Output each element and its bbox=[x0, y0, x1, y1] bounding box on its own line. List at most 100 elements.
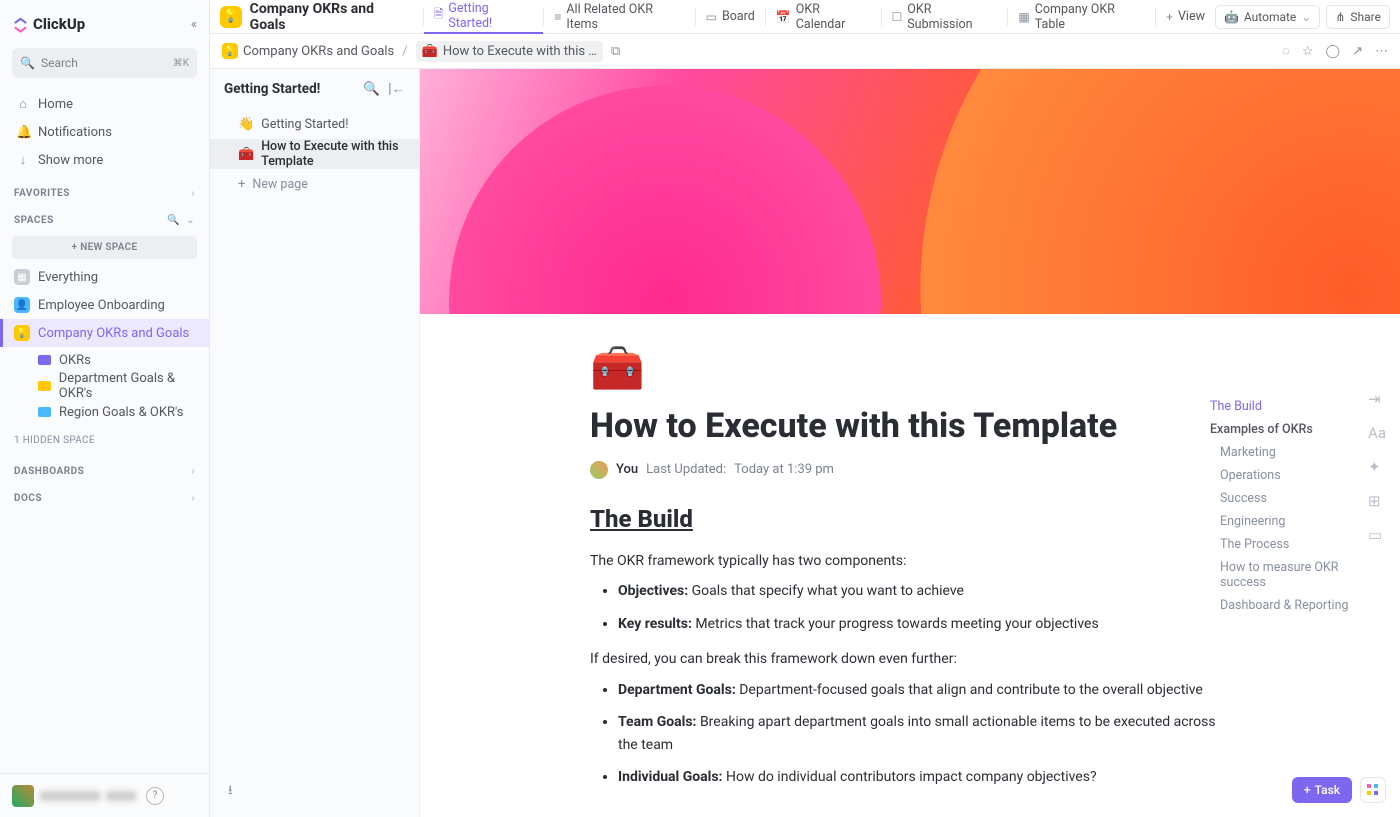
folder-icon bbox=[38, 381, 51, 391]
open-in-new-icon[interactable]: ⧉ bbox=[611, 44, 620, 59]
space-okrs-goals[interactable]: 💡Company OKRs and Goals bbox=[0, 319, 209, 347]
chevron-right-icon: › bbox=[191, 466, 195, 477]
template-icon[interactable]: ▭ bbox=[1368, 526, 1386, 544]
tab-board[interactable]: ▭Board bbox=[696, 0, 765, 34]
doc-icon[interactable]: 🧰 bbox=[590, 342, 1230, 394]
expand-icon[interactable]: ⇥ bbox=[1368, 390, 1386, 408]
paragraph-intro[interactable]: The OKR framework typically has two comp… bbox=[590, 551, 1230, 573]
space-everything[interactable]: ▦Everything bbox=[0, 263, 209, 291]
tab-calendar[interactable]: 📅OKR Calendar bbox=[766, 0, 881, 34]
list-breakdown[interactable]: Department Goals: Department-focused goa… bbox=[590, 679, 1230, 789]
chevron-right-icon: › bbox=[191, 188, 195, 199]
brand-name: ClickUp bbox=[33, 15, 85, 33]
list-item[interactable]: Objectives: Goals that specify what you … bbox=[618, 580, 1230, 602]
toc-measure[interactable]: How to measure OKR success bbox=[1210, 556, 1380, 594]
section-favorites[interactable]: Favorites› bbox=[0, 178, 209, 205]
tab-submission[interactable]: ☐OKR Submission bbox=[881, 0, 1007, 34]
section-spaces[interactable]: Spaces🔍⌄ bbox=[0, 205, 209, 232]
workspace-name[interactable]: Company OKRs and Goals bbox=[250, 1, 411, 33]
doc-title[interactable]: How to Execute with this Template bbox=[590, 406, 1230, 447]
sidebar: ClickUp « 🔍 Search ⌘K ⌂Home 🔔Notificatio… bbox=[0, 0, 210, 817]
share-button[interactable]: ⋔Share bbox=[1326, 5, 1390, 29]
toc-marketing[interactable]: Marketing bbox=[1210, 441, 1380, 464]
new-space-button[interactable]: + NEW SPACE bbox=[12, 236, 197, 259]
toc-dashboard[interactable]: Dashboard & Reporting bbox=[1210, 594, 1380, 617]
new-task-button[interactable]: +Task bbox=[1292, 777, 1352, 803]
plus-icon: + bbox=[1304, 783, 1311, 797]
author-avatar[interactable] bbox=[590, 461, 608, 479]
board-icon: ▭ bbox=[706, 10, 717, 24]
breadcrumb-bar: 💡Company OKRs and Goals / 🧰How to Execut… bbox=[210, 34, 1400, 69]
collapse-sidebar-icon[interactable]: « bbox=[191, 17, 197, 32]
grid-icon: ▦ bbox=[14, 269, 30, 285]
nav-notifications[interactable]: 🔔Notifications bbox=[0, 118, 209, 146]
list-item[interactable]: Individual Goals: How do individual cont… bbox=[618, 766, 1230, 788]
toc-examples[interactable]: Examples of OKRs bbox=[1210, 418, 1380, 441]
chevron-down-icon: ↓ bbox=[16, 152, 30, 168]
list-item[interactable]: Department Goals: Department-focused goa… bbox=[618, 679, 1230, 701]
calendar-icon: 📅 bbox=[776, 10, 791, 24]
attachment-icon[interactable]: ⊞ bbox=[1368, 492, 1386, 510]
comment-icon[interactable]: ◯ bbox=[1326, 44, 1341, 59]
apps-button[interactable] bbox=[1360, 777, 1386, 803]
automate-button[interactable]: 🤖Automate⌄ bbox=[1215, 5, 1320, 29]
search-placeholder: Search bbox=[41, 56, 78, 70]
list-icon: ≡ bbox=[554, 10, 561, 24]
tab-table[interactable]: ▦Company OKR Table bbox=[1008, 0, 1155, 34]
heading-the-build[interactable]: The Build bbox=[590, 505, 1230, 533]
onboarding-icon: 👤 bbox=[14, 297, 30, 313]
download-icon[interactable]: ⭳ bbox=[228, 781, 233, 803]
tab-getting-started[interactable]: 🗎Getting Started! bbox=[424, 0, 544, 34]
nav-show-more[interactable]: ↓Show more bbox=[0, 146, 209, 174]
nav-home[interactable]: ⌂Home bbox=[0, 90, 209, 118]
doc-icon: 🗎 bbox=[434, 5, 444, 26]
breadcrumb-current[interactable]: 🧰How to Execute with this … bbox=[416, 41, 603, 62]
table-of-contents: The Build Examples of OKRs Marketing Ope… bbox=[1210, 395, 1380, 617]
section-dashboards[interactable]: Dashboards› bbox=[0, 456, 209, 483]
updated-label: Last Updated: bbox=[646, 462, 726, 477]
sidebar-footer: ? bbox=[0, 773, 209, 817]
subspace-region[interactable]: Region Goals & OKR's bbox=[0, 399, 209, 425]
search-input[interactable]: 🔍 Search ⌘K bbox=[12, 48, 197, 78]
workspace-icon[interactable]: 💡 bbox=[220, 6, 242, 28]
toc-process[interactable]: The Process bbox=[1210, 533, 1380, 556]
search-icon: 🔍 bbox=[20, 56, 35, 70]
toc-success[interactable]: Success bbox=[1210, 487, 1380, 510]
page-getting-started[interactable]: 👋Getting Started! bbox=[210, 109, 419, 139]
breadcrumb-workspace[interactable]: 💡Company OKRs and Goals bbox=[222, 43, 394, 59]
toc-operations[interactable]: Operations bbox=[1210, 464, 1380, 487]
hidden-spaces-note[interactable]: 1 HIDDEN SPACE bbox=[0, 425, 209, 456]
list-item[interactable]: Team Goals: Breaking apart department go… bbox=[618, 711, 1230, 756]
right-toolbar: ⇥ Aa ✦ ⊞ ▭ bbox=[1368, 390, 1386, 544]
search-icon: 🔍 bbox=[167, 215, 180, 226]
user-detail bbox=[106, 791, 136, 801]
export-icon[interactable]: ↗ bbox=[1352, 44, 1363, 59]
new-page-button[interactable]: +New page bbox=[210, 169, 419, 199]
help-icon[interactable]: ? bbox=[146, 787, 164, 805]
more-icon[interactable]: ⋯ bbox=[1375, 44, 1388, 59]
list-item[interactable]: Key results: Metrics that track your pro… bbox=[618, 613, 1230, 635]
workspace-avatar[interactable] bbox=[12, 785, 34, 807]
collapse-icon[interactable]: |← bbox=[388, 81, 405, 97]
list-components[interactable]: Objectives: Goals that specify what you … bbox=[590, 580, 1230, 635]
toolbox-icon: 🧰 bbox=[422, 44, 438, 59]
updated-value: Today at 1:39 pm bbox=[734, 462, 834, 477]
search-icon[interactable]: 🔍 bbox=[363, 81, 380, 97]
cover-image[interactable] bbox=[420, 69, 1400, 314]
search-shortcut: ⌘K bbox=[173, 58, 189, 69]
typography-icon[interactable]: Aa bbox=[1368, 424, 1386, 442]
badge-icon[interactable]: ◌ bbox=[1282, 43, 1290, 59]
subspace-dept[interactable]: Department Goals & OKR's bbox=[0, 373, 209, 399]
ai-icon[interactable]: ✦ bbox=[1368, 458, 1386, 476]
paragraph-break[interactable]: If desired, you can break this framework… bbox=[590, 649, 1230, 671]
tab-all-related[interactable]: ≡All Related OKR Items bbox=[544, 0, 694, 34]
topbar: 💡 Company OKRs and Goals 🗎Getting Starte… bbox=[210, 0, 1400, 34]
page-how-to-execute[interactable]: 🧰How to Execute with this Template bbox=[210, 139, 419, 169]
star-icon[interactable]: ☆ bbox=[1302, 44, 1314, 59]
tab-add-view[interactable]: +View bbox=[1156, 0, 1215, 34]
subspace-okrs[interactable]: OKRs bbox=[0, 347, 209, 373]
toc-engineering[interactable]: Engineering bbox=[1210, 510, 1380, 533]
space-onboarding[interactable]: 👤Employee Onboarding bbox=[0, 291, 209, 319]
toc-the-build[interactable]: The Build bbox=[1210, 395, 1380, 418]
section-docs[interactable]: Docs› bbox=[0, 483, 209, 510]
